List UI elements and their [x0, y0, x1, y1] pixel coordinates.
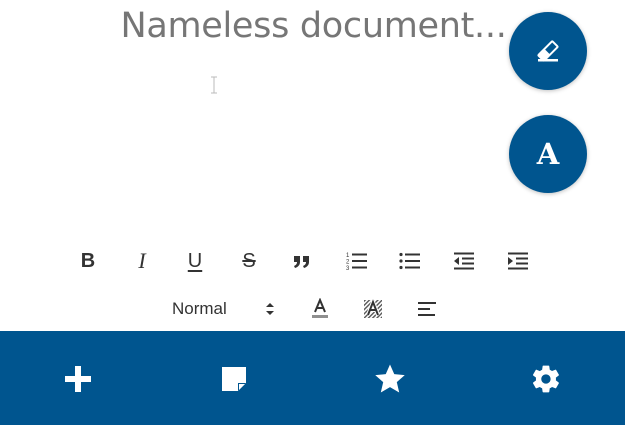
header-select-value: Normal [172, 299, 227, 318]
add-icon [65, 366, 91, 392]
text-color-icon [312, 298, 328, 318]
blockquote-icon [294, 256, 309, 268]
font-letter-icon: A [536, 136, 560, 171]
indent-icon [508, 252, 528, 270]
svg-text:2: 2 [346, 260, 350, 266]
background-color-icon [364, 298, 382, 318]
svg-text:1: 1 [346, 253, 350, 259]
outdent-button[interactable] [451, 248, 477, 274]
new-document-button[interactable] [60, 361, 96, 397]
indent-button[interactable] [505, 248, 531, 274]
italic-button[interactable]: I [129, 248, 155, 274]
background-color-button[interactable] [360, 296, 386, 322]
bullet-list-icon [399, 252, 420, 270]
align-left-icon [418, 302, 436, 316]
text-cursor-icon [211, 76, 217, 94]
bold-label: B [80, 250, 96, 272]
ordered-list-button[interactable]: 1 2 3 [344, 248, 370, 274]
clear-button[interactable] [509, 12, 587, 90]
star-icon [375, 364, 405, 393]
bold-button[interactable]: B [75, 248, 101, 274]
bullet-list-button[interactable] [397, 248, 423, 274]
strike-button[interactable]: S [236, 248, 262, 274]
favorites-button[interactable] [372, 361, 408, 397]
blockquote-button[interactable] [289, 248, 315, 274]
ordered-list-icon: 1 2 3 [346, 253, 367, 271]
underline-label: U [187, 250, 203, 272]
eraser-icon [537, 40, 559, 62]
header-select[interactable]: Normal [172, 295, 280, 323]
strike-label: S [242, 250, 256, 272]
font-button[interactable]: A [509, 115, 587, 193]
settings-button[interactable] [528, 361, 564, 397]
outdent-icon [454, 252, 474, 270]
editor-area[interactable] [20, 62, 490, 222]
align-button[interactable] [414, 296, 440, 322]
note-icon [222, 367, 246, 391]
underline-button[interactable]: U [182, 248, 208, 274]
text-color-button[interactable] [307, 296, 333, 322]
gear-icon [532, 365, 559, 393]
bottom-nav [0, 331, 625, 425]
select-arrows-icon [266, 303, 274, 315]
svg-text:3: 3 [346, 266, 350, 271]
app-window: Nameless document... A B I U S 1 2 3 Nor… [0, 0, 625, 425]
italic-label: I [138, 248, 146, 273]
notes-button[interactable] [216, 361, 252, 397]
